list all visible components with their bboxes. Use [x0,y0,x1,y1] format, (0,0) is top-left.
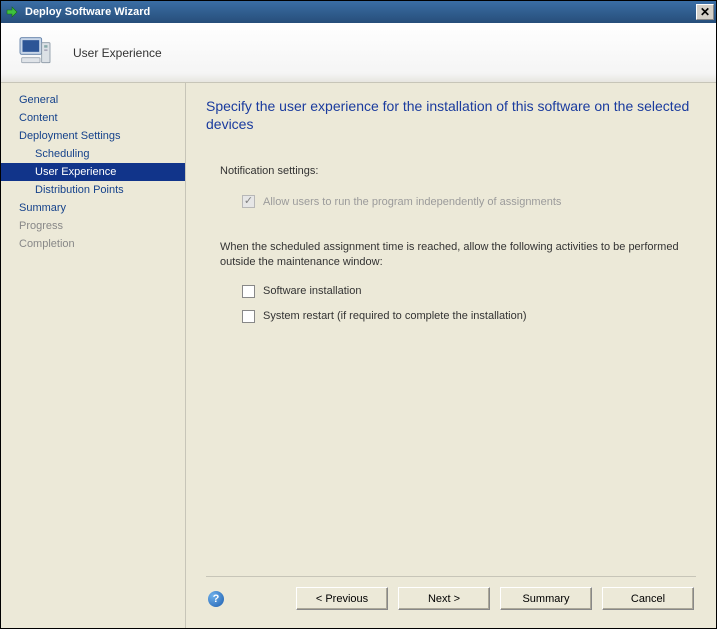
software-install-row: Software installation [242,285,696,298]
wizard-window: Deploy Software Wizard ✕ User Experience… [0,0,717,629]
window-title: Deploy Software Wizard [25,6,696,18]
next-button[interactable]: Next > [398,587,490,610]
sidebar-item-scheduling[interactable]: Scheduling [1,145,185,163]
system-restart-label: System restart (if required to complete … [263,310,527,322]
previous-button[interactable]: < Previous [296,587,388,610]
titlebar: Deploy Software Wizard ✕ [1,1,716,23]
content-panel: Specify the user experience for the inst… [185,83,716,628]
sidebar-item-progress: Progress [1,217,185,235]
summary-button[interactable]: Summary [500,587,592,610]
help-icon[interactable]: ? [208,591,224,607]
software-install-checkbox[interactable] [242,285,255,298]
maintenance-window-text: When the scheduled assignment time is re… [220,240,680,269]
system-restart-row: System restart (if required to complete … [242,310,696,323]
sidebar-item-deployment-settings[interactable]: Deployment Settings [1,127,185,145]
sidebar-item-user-experience[interactable]: User Experience [1,163,185,181]
allow-users-label: Allow users to run the program independe… [263,196,561,208]
sidebar-item-distribution-points[interactable]: Distribution Points [1,181,185,199]
allow-users-row: ✓ Allow users to run the program indepen… [242,195,696,208]
sidebar-item-summary[interactable]: Summary [1,199,185,217]
computer-icon [15,31,55,74]
content-heading: Specify the user experience for the inst… [206,97,696,133]
allow-users-checkbox: ✓ [242,195,255,208]
wizard-body: General Content Deployment Settings Sche… [1,83,716,628]
cancel-button[interactable]: Cancel [602,587,694,610]
sidebar-item-general[interactable]: General [1,91,185,109]
system-restart-checkbox[interactable] [242,310,255,323]
close-button[interactable]: ✕ [696,4,714,20]
page-title: User Experience [73,46,162,60]
notification-settings-label: Notification settings: [220,165,696,177]
sidebar-item-completion: Completion [1,235,185,253]
sidebar-item-content[interactable]: Content [1,109,185,127]
header-band: User Experience [1,23,716,83]
footer: ? < Previous Next > Summary Cancel [206,576,696,618]
arrow-icon [5,5,19,19]
sidebar: General Content Deployment Settings Sche… [1,83,185,628]
software-install-label: Software installation [263,285,361,297]
